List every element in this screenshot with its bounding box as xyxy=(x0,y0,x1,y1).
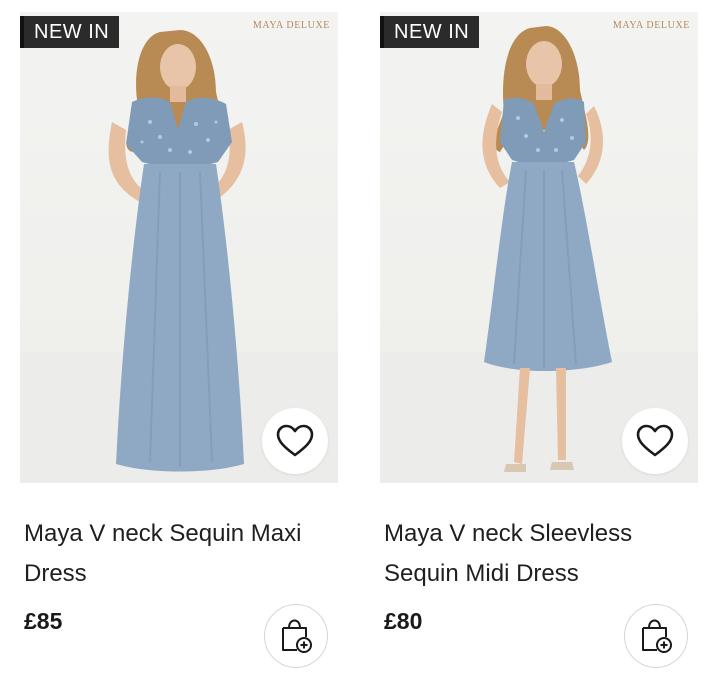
add-to-bag-icon xyxy=(642,619,672,653)
heart-icon xyxy=(276,424,314,457)
product-price: £85 xyxy=(24,608,63,634)
add-to-bag-button[interactable] xyxy=(264,604,328,668)
brand-watermark: MAYA DELUXE xyxy=(612,20,690,31)
product-price: £80 xyxy=(384,608,423,634)
wishlist-button[interactable] xyxy=(262,408,328,474)
brand-watermark: MAYA DELUXE xyxy=(252,20,330,31)
product-card[interactable]: NEW IN MAYA DELUXE Maya V neck Sequin Ma… xyxy=(20,0,360,676)
product-image[interactable]: NEW IN MAYA DELUXE xyxy=(380,12,698,483)
product-card[interactable]: NEW IN MAYA DELUXE Maya V neck Sleevless… xyxy=(380,0,720,676)
add-to-bag-button[interactable] xyxy=(624,604,688,668)
new-in-badge: NEW IN xyxy=(20,16,120,48)
product-title[interactable]: Maya V neck Sleevless Sequin Midi Dress xyxy=(384,514,704,594)
add-to-bag-icon xyxy=(282,619,312,653)
heart-icon xyxy=(636,424,674,457)
wishlist-button[interactable] xyxy=(622,408,688,474)
new-in-badge: NEW IN xyxy=(380,16,480,48)
product-image[interactable]: NEW IN MAYA DELUXE xyxy=(20,12,338,483)
product-title[interactable]: Maya V neck Sequin Maxi Dress xyxy=(24,514,344,594)
